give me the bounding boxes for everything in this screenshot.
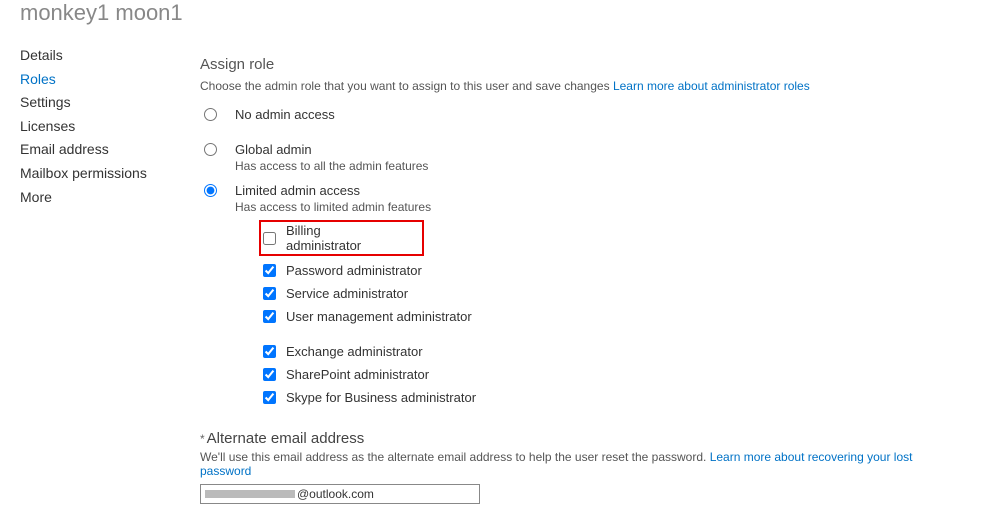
check-user-mgmt[interactable] xyxy=(263,310,276,323)
sidebar-item-licenses[interactable]: Licenses xyxy=(20,115,200,139)
sidebar-item-more[interactable]: More xyxy=(20,186,200,210)
radio-global-sub: Has access to all the admin features xyxy=(235,159,428,173)
check-sharepoint[interactable] xyxy=(263,368,276,381)
check-billing-label: Billing administrator xyxy=(286,223,382,253)
redacted-email-prefix xyxy=(205,490,295,498)
assign-role-desc: Choose the admin role that you want to a… xyxy=(200,79,967,93)
sidebar-item-settings[interactable]: Settings xyxy=(20,91,200,115)
check-sharepoint-label: SharePoint administrator xyxy=(286,367,429,382)
assign-role-desc-text: Choose the admin role that you want to a… xyxy=(200,79,610,93)
assign-role-title: Assign role xyxy=(200,56,967,73)
alt-email-input[interactable]: @outlook.com xyxy=(200,484,480,504)
check-skype-label: Skype for Business administrator xyxy=(286,390,476,405)
alt-email-heading: *Alternate email address xyxy=(200,430,967,447)
check-row-user-mgmt[interactable]: User management administrator xyxy=(261,308,967,325)
sidebar-item-email-address[interactable]: Email address xyxy=(20,138,200,162)
radio-row-limited[interactable]: Limited admin access Has access to limit… xyxy=(200,183,967,412)
check-row-password[interactable]: Password administrator xyxy=(261,262,967,279)
alt-email-desc: We'll use this email address as the alte… xyxy=(200,450,967,478)
check-skype[interactable] xyxy=(263,391,276,404)
radio-limited[interactable] xyxy=(204,184,217,197)
radio-no-access-label: No admin access xyxy=(235,107,335,122)
check-row-exchange[interactable]: Exchange administrator xyxy=(261,343,967,360)
learn-more-roles-link[interactable]: Learn more about administrator roles xyxy=(613,79,810,93)
radio-global[interactable] xyxy=(204,143,217,156)
radio-row-global[interactable]: Global admin Has access to all the admin… xyxy=(200,142,967,173)
sidebar-item-roles[interactable]: Roles xyxy=(20,68,200,92)
check-user-mgmt-label: User management administrator xyxy=(286,309,472,324)
radio-global-label: Global admin xyxy=(235,142,428,157)
check-row-service[interactable]: Service administrator xyxy=(261,285,967,302)
check-exchange-label: Exchange administrator xyxy=(286,344,423,359)
check-row-skype[interactable]: Skype for Business administrator xyxy=(261,389,967,406)
required-star: * xyxy=(200,432,205,446)
check-password-label: Password administrator xyxy=(286,263,422,278)
check-row-billing[interactable]: Billing administrator xyxy=(259,220,424,256)
breadcrumb: monkey1 moon1 xyxy=(0,0,987,36)
alt-email-desc-text: We'll use this email address as the alte… xyxy=(200,450,706,464)
sidebar-item-mailbox-permissions[interactable]: Mailbox permissions xyxy=(20,162,200,186)
email-domain-suffix: @outlook.com xyxy=(297,487,374,501)
check-service-label: Service administrator xyxy=(286,286,408,301)
sidebar-item-details[interactable]: Details xyxy=(20,44,200,68)
check-billing[interactable] xyxy=(263,232,276,245)
check-row-sharepoint[interactable]: SharePoint administrator xyxy=(261,366,967,383)
radio-row-no-access[interactable]: No admin access xyxy=(200,107,967,122)
check-password[interactable] xyxy=(263,264,276,277)
limited-roles-group: Billing administrator Password administr… xyxy=(261,220,967,406)
main-panel: Assign role Choose the admin role that y… xyxy=(200,36,987,524)
sidebar: Details Roles Settings Licenses Email ad… xyxy=(0,36,200,524)
radio-limited-label: Limited admin access xyxy=(235,183,967,198)
radio-limited-sub: Has access to limited admin features xyxy=(235,200,967,214)
check-exchange[interactable] xyxy=(263,345,276,358)
radio-no-access[interactable] xyxy=(204,108,217,121)
alt-email-heading-text: Alternate email address xyxy=(207,430,365,447)
check-service[interactable] xyxy=(263,287,276,300)
